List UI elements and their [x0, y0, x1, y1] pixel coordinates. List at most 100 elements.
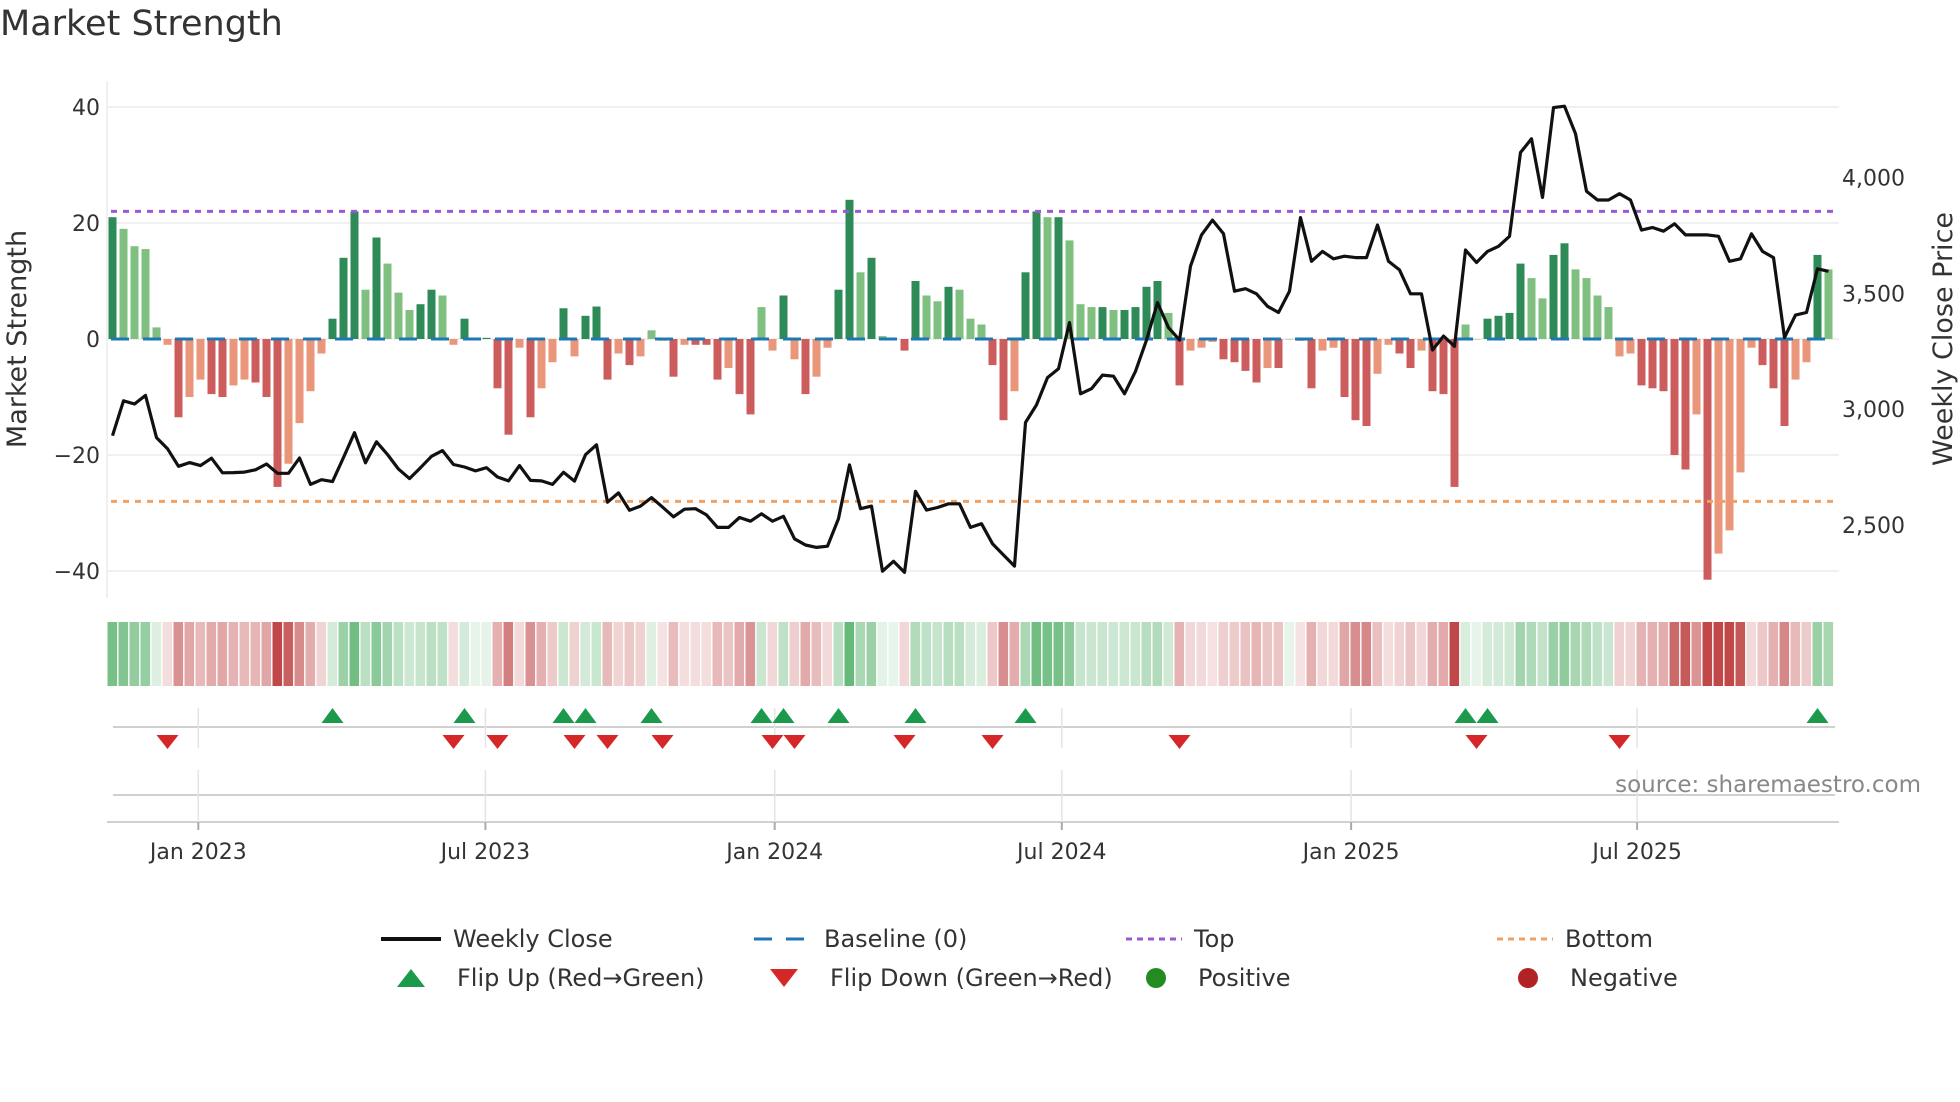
- strength-bar: [900, 339, 909, 351]
- strength-strip-cell: [1691, 622, 1702, 686]
- flip-up-marker: [772, 708, 795, 723]
- strength-bar: [1252, 339, 1261, 383]
- strength-bar: [1505, 312, 1514, 339]
- strength-bar: [1626, 339, 1635, 354]
- strength-strip-cell: [206, 622, 217, 686]
- strength-bar: [1538, 298, 1547, 339]
- strength-bar: [1582, 278, 1591, 339]
- flip-up-marker: [321, 708, 344, 723]
- strength-strip-cell: [107, 622, 118, 686]
- strength-strip-cell: [1284, 622, 1295, 686]
- strength-bar: [1670, 339, 1679, 455]
- strength-strip-cell: [1295, 622, 1306, 686]
- strength-strip-cell: [998, 622, 1009, 686]
- strength-bar: [119, 228, 128, 339]
- strength-bar: [1560, 243, 1569, 339]
- strength-bar: [867, 257, 876, 339]
- strength-bar: [1076, 304, 1085, 339]
- strength-bar: [1450, 339, 1459, 487]
- strength-bar: [372, 237, 381, 339]
- strength-strip-cell: [1141, 622, 1152, 686]
- flip-down-marker: [783, 735, 806, 749]
- flip-down-marker: [442, 735, 465, 749]
- strength-strip-cell: [536, 622, 547, 686]
- flip-down-marker: [651, 735, 674, 749]
- strength-strip-cell: [1724, 622, 1735, 686]
- strength-bar: [1681, 339, 1690, 470]
- strength-bar: [625, 339, 634, 366]
- strength-strip-cell: [602, 622, 613, 686]
- strength-bar: [1263, 339, 1272, 368]
- strength-strip-cell: [1174, 622, 1185, 686]
- strength-strip-cell: [668, 622, 679, 686]
- strength-strip-cell: [1163, 622, 1174, 686]
- strength-bar: [383, 263, 392, 339]
- strength-bar: [779, 295, 788, 339]
- strength-strip-cell: [1713, 622, 1724, 686]
- strength-strip-cell: [833, 622, 844, 686]
- strength-bar: [240, 339, 249, 380]
- strength-bar: [988, 339, 997, 366]
- strength-bar: [273, 339, 282, 487]
- strength-strip-cell: [1152, 622, 1163, 686]
- strength-bar: [493, 339, 502, 389]
- strength-strip-cell: [811, 622, 822, 686]
- flip-up-marker: [750, 708, 773, 723]
- strength-strip-cell: [426, 622, 437, 686]
- strength-strip-cell: [250, 622, 261, 686]
- strength-strip-cell: [525, 622, 536, 686]
- strength-bar: [1461, 324, 1470, 339]
- strength-strip-cell: [1064, 622, 1075, 686]
- strength-strip-cell: [1801, 622, 1812, 686]
- strength-bar: [416, 304, 425, 339]
- strength-bar: [1483, 318, 1492, 339]
- strength-bar: [284, 339, 293, 464]
- strength-bar: [141, 249, 150, 339]
- strength-bar: [1120, 310, 1129, 339]
- strength-bar: [438, 295, 447, 339]
- strength-strip-cell: [679, 622, 690, 686]
- strength-bar: [746, 339, 755, 415]
- flip-up-marker: [552, 708, 575, 723]
- strength-bar: [834, 289, 843, 339]
- strength-strip-cell: [1031, 622, 1042, 686]
- strength-strip-cell: [899, 622, 910, 686]
- strength-bar: [801, 339, 810, 395]
- strength-strip-cell: [514, 622, 525, 686]
- strength-bar: [1241, 339, 1250, 371]
- strength-bar: [1703, 339, 1712, 580]
- strength-strip-cell: [1075, 622, 1086, 686]
- y-tick-label: 40: [72, 96, 100, 121]
- strength-strip-cell: [723, 622, 734, 686]
- strength-strip-cell: [338, 622, 349, 686]
- strength-bar: [1604, 307, 1613, 339]
- x-tick-label: Jan 2025: [1301, 840, 1400, 865]
- strength-strip-cell: [459, 622, 470, 686]
- x-tick-label: Jul 2024: [1015, 840, 1107, 865]
- strength-strip-cell: [1053, 622, 1064, 686]
- strength-bar: [295, 339, 304, 424]
- strength-strip-cell: [734, 622, 745, 686]
- strength-strip-cell: [888, 622, 899, 686]
- strength-strip-cell: [800, 622, 811, 686]
- y2-tick-label: 3,000: [1842, 398, 1905, 423]
- strength-strip-cell: [1196, 622, 1207, 686]
- y2-tick-label: 2,500: [1842, 514, 1905, 539]
- source-text: source: sharemaestro.com: [1615, 772, 1921, 798]
- strength-bar: [1802, 339, 1811, 363]
- strength-bar: [548, 339, 557, 363]
- strength-bar: [1549, 254, 1558, 339]
- strength-bar: [1406, 339, 1415, 368]
- flip-down-marker: [596, 735, 619, 749]
- strength-strip-cell: [1086, 622, 1097, 686]
- strength-bar: [1043, 217, 1052, 339]
- flip-down-marker: [893, 735, 916, 749]
- strength-bar: [922, 295, 931, 339]
- flip-down-marker: [1168, 735, 1191, 749]
- strength-bar: [537, 339, 546, 389]
- x-tick-label: Jan 2023: [148, 840, 247, 865]
- flip-down-marker: [761, 735, 784, 749]
- strength-bar: [130, 246, 139, 339]
- strength-bar: [1340, 339, 1349, 397]
- strength-bar: [1318, 339, 1327, 351]
